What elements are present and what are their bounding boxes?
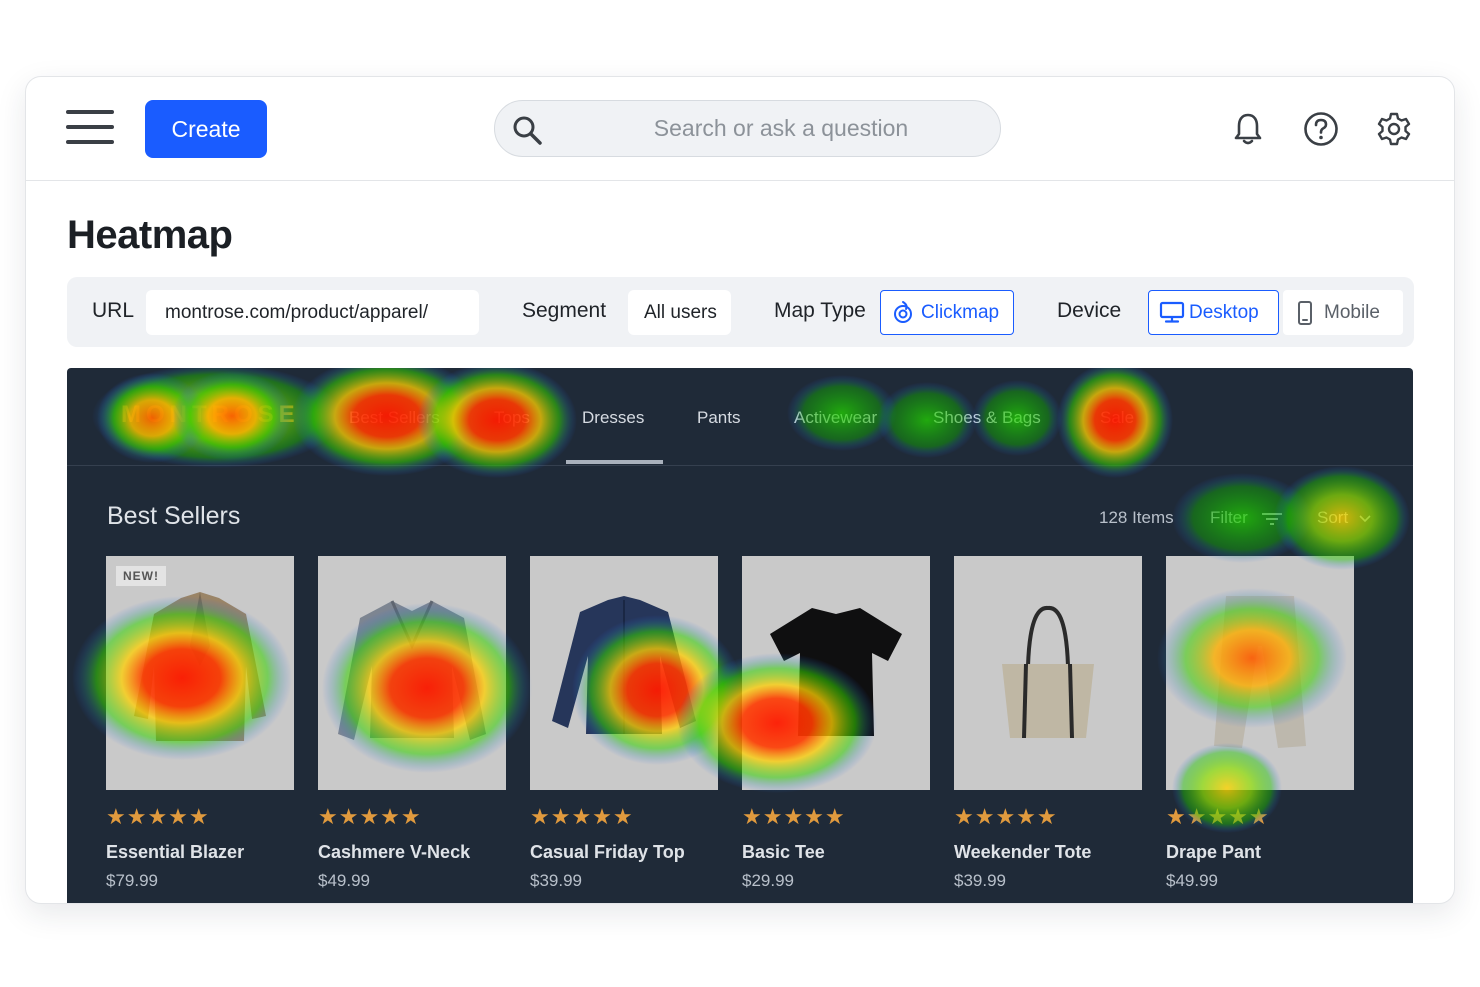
product-price: $39.99 [954,871,1006,890]
search-input[interactable] [591,101,971,156]
rating-stars: ★★★★★ [742,804,846,829]
product-name: Basic Tee [742,842,825,862]
map-type-label: Map Type [774,299,866,322]
filter-bar: URL montrose.com/product/apparel/ Segmen… [67,277,1414,347]
nav-divider [67,465,1413,466]
nav-tops[interactable]: Tops [494,408,530,428]
product-image [1166,556,1354,790]
store-logo: MONTROSE [121,401,300,428]
product-image [318,556,506,790]
map-type-value: Clickmap [921,302,1000,323]
nav-pants[interactable]: Pants [697,408,740,428]
tee-image [770,608,902,736]
page-title: Heatmap [67,213,233,257]
rating-stars: ★★★★★ [954,804,1058,829]
sort-label: Sort [1317,508,1349,527]
product-price: $49.99 [318,871,370,890]
product-card[interactable]: ★★★★★ Casual Friday Top $39.99 [530,556,718,891]
filter-icon [1261,512,1282,525]
rating-stars: ★★★★★ [1166,804,1270,829]
filter-label: Filter [1210,508,1248,527]
pant-image [1214,596,1306,748]
items-count: 128 Items [1099,508,1174,527]
heatmap-preview: MONTROSE Best Sellers Tops Dresses Pants… [67,368,1413,903]
blazer-image [134,592,266,741]
device-desktop-button[interactable]: Desktop [1148,290,1279,335]
product-price: $39.99 [530,871,582,890]
product-price: $79.99 [106,871,158,890]
nav-activewear[interactable]: Activewear [794,408,877,428]
tote-image [1002,606,1094,739]
desktop-icon [1159,301,1185,323]
product-card[interactable]: ★★★★★ Drape Pant $49.99 [1166,556,1354,891]
nav-dresses[interactable]: Dresses [582,408,644,428]
new-badge: NEW! [116,566,166,586]
bell-icon[interactable] [1230,111,1266,147]
nav-shoes-bags[interactable]: Shoes & Bags [933,408,1041,428]
segment-dropdown[interactable]: All users [628,290,731,335]
product-name: Essential Blazer [106,842,245,862]
product-price: $49.99 [1166,871,1218,890]
sort-dropdown[interactable]: Sort [1317,508,1371,528]
menu-icon[interactable] [66,110,114,148]
app-window: Create Heatmap URL montrose.com/product/… [25,76,1455,904]
section-title: Best Sellers [107,502,241,530]
product-image [530,556,718,790]
search-box[interactable] [494,100,1001,157]
url-field[interactable]: montrose.com/product/apparel/ [146,290,479,335]
rating-stars: ★★★★★ [318,804,422,829]
product-image [742,556,930,790]
url-label: URL [92,299,135,322]
product-name: Weekender Tote [954,842,1092,862]
active-nav-indicator [566,460,663,464]
search-icon [513,116,542,145]
device-label: Device [1057,299,1122,322]
help-icon[interactable] [1303,111,1339,147]
device-mobile-label: Mobile [1324,302,1380,323]
product-card[interactable]: ★★★★★ Cashmere V-Neck $49.99 [318,556,506,891]
shirt-image [552,596,696,734]
filter-link[interactable]: Filter [1210,508,1283,528]
map-type-clickmap-button[interactable]: Clickmap [880,290,1014,335]
chevron-down-icon [1359,514,1371,522]
product-name: Casual Friday Top [530,842,685,862]
device-mobile-button[interactable]: Mobile [1283,290,1403,335]
product-name: Drape Pant [1166,842,1262,862]
mobile-icon [1298,301,1312,325]
product-image: NEW! [106,556,294,790]
segment-label: Segment [522,299,607,322]
rating-stars: ★★★★★ [530,804,634,829]
top-bar: Create [26,77,1454,181]
product-card[interactable]: NEW! ★★★★★ Essential Blazer $79.99 [106,556,294,891]
nav-sale[interactable]: Sale [1100,408,1134,428]
product-name: Cashmere V-Neck [318,842,471,862]
nav-best-sellers[interactable]: Best Sellers [349,408,440,428]
create-button[interactable]: Create [145,100,267,158]
product-image [954,556,1142,790]
device-desktop-label: Desktop [1189,302,1259,323]
product-price: $29.99 [742,871,794,890]
gear-icon[interactable] [1376,111,1412,147]
product-card[interactable]: ★★★★★ Basic Tee $29.99 [742,556,930,891]
sweater-image [338,600,486,740]
clickmap-icon [894,301,912,323]
product-card[interactable]: ★★★★★ Weekender Tote $39.99 [954,556,1142,891]
rating-stars: ★★★★★ [106,804,210,829]
